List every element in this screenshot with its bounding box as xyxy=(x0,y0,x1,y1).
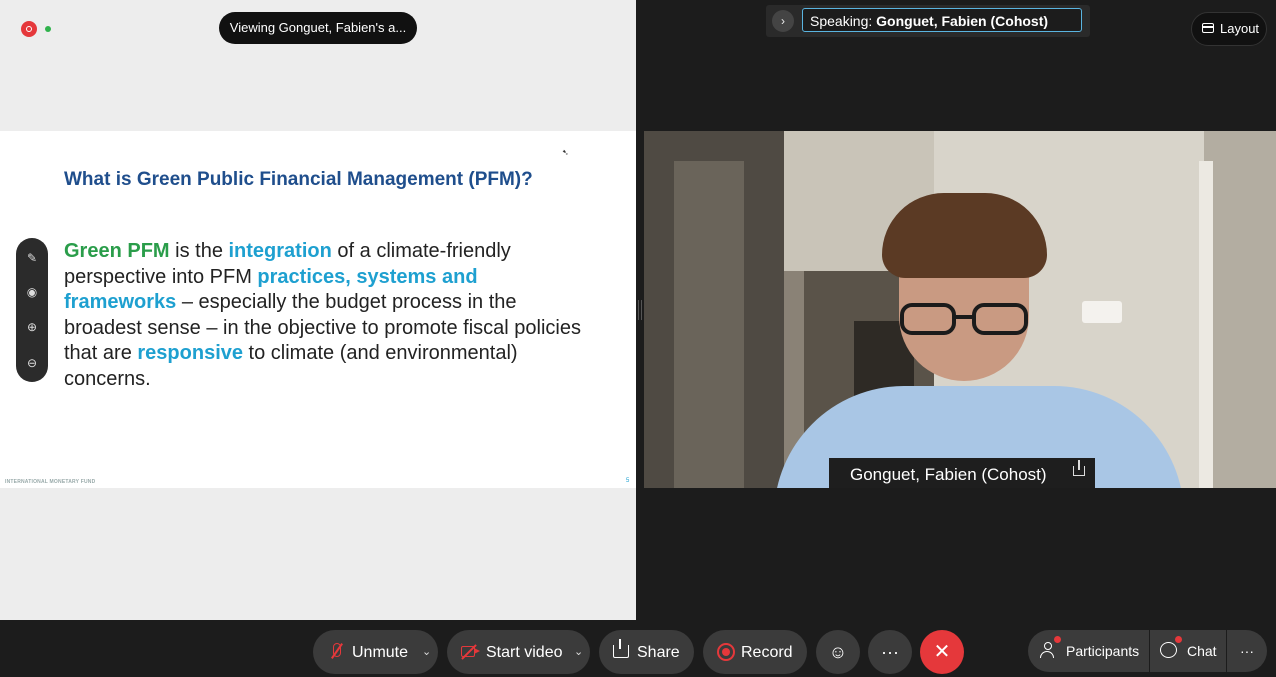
viewing-share-banner[interactable]: Viewing Gonguet, Fabien's a... xyxy=(219,12,417,44)
slide-body-text: Green PFM is the integration of a climat… xyxy=(64,239,584,392)
chat-label: Chat xyxy=(1187,643,1217,659)
reactions-button[interactable]: ☺ xyxy=(816,630,860,674)
participants-icon xyxy=(1040,642,1056,660)
record-button[interactable]: Record xyxy=(703,630,807,674)
layout-button[interactable]: Layout xyxy=(1191,12,1267,46)
start-video-button[interactable]: Start video ⌄ xyxy=(447,630,590,674)
leave-meeting-button[interactable]: ✕ xyxy=(920,630,964,674)
connection-status-icon xyxy=(45,26,51,32)
record-label: Record xyxy=(741,644,793,661)
share-label: Share xyxy=(637,644,680,661)
slide-term-integration: integration xyxy=(228,240,332,262)
slide-page-number: 5 xyxy=(626,478,630,484)
speaking-label: Speaking: xyxy=(810,13,873,29)
zoom-out-icon[interactable]: ⊖ xyxy=(22,353,42,373)
chevron-right-icon[interactable]: › xyxy=(772,10,794,32)
zoom-in-icon[interactable]: ⊕ xyxy=(22,317,42,337)
slide-title: What is Green Public Financial Managemen… xyxy=(64,169,533,190)
more-options-button[interactable]: ··· xyxy=(868,630,912,674)
speaking-name: Gonguet, Fabien (Cohost) xyxy=(876,13,1049,29)
participant-hair xyxy=(882,193,1047,278)
participants-label: Participants xyxy=(1066,643,1140,659)
participant-name: Gonguet, Fabien (Cohost) xyxy=(850,465,1047,484)
unmute-label: Unmute xyxy=(352,644,409,661)
start-video-label: Start video xyxy=(486,644,563,661)
pane-resize-handle[interactable] xyxy=(638,300,642,320)
participant-glasses xyxy=(900,303,1028,337)
shared-content-pane: Viewing Gonguet, Fabien's a... ➷ What is… xyxy=(0,0,636,620)
more-panels-button[interactable]: ··· xyxy=(1227,630,1267,672)
layout-label: Layout xyxy=(1220,21,1260,36)
chevron-down-icon[interactable]: ⌄ xyxy=(574,630,583,674)
popout-icon[interactable] xyxy=(1073,460,1085,476)
participant-name-tag: Gonguet, Fabien (Cohost) xyxy=(829,458,1095,488)
chevron-down-icon[interactable]: ⌄ xyxy=(422,630,431,674)
layout-icon xyxy=(1202,23,1214,33)
panel-buttons-group: Participants Chat ··· xyxy=(1028,630,1267,672)
chat-button[interactable]: Chat xyxy=(1150,630,1226,672)
pen-icon[interactable]: ✎ xyxy=(22,248,42,268)
participant-video xyxy=(644,131,1276,488)
recording-indicator-icon[interactable] xyxy=(21,21,37,37)
share-icon xyxy=(613,639,629,658)
slide-footer: INTERNATIONAL MONETARY FUND xyxy=(5,479,96,485)
meeting-controls-toolbar: Unmute ⌄ Start video ⌄ Share Record ☺ ··… xyxy=(0,620,1276,677)
active-speaker-field: Speaking: Gonguet, Fabien (Cohost) xyxy=(802,8,1082,32)
unmute-button[interactable]: Unmute ⌄ xyxy=(313,630,438,674)
presentation-slide: ➷ What is Green Public Financial Managem… xyxy=(0,131,636,488)
pointer-icon[interactable]: ◉ xyxy=(22,282,42,302)
notification-badge xyxy=(1175,636,1182,643)
smiley-icon: ☺ xyxy=(828,642,848,662)
record-icon xyxy=(717,643,735,661)
participants-button[interactable]: Participants xyxy=(1028,630,1149,672)
chat-icon xyxy=(1160,642,1177,658)
slide-text-segment: is the xyxy=(169,240,229,262)
annotation-toolbar: ✎ ◉ ⊕ ⊖ xyxy=(16,238,48,382)
slide-term-green-pfm: Green PFM xyxy=(64,240,170,262)
share-button[interactable]: Share xyxy=(599,630,694,674)
slide-term-responsive: responsive xyxy=(137,342,243,364)
presenter-cursor-icon: ➷ xyxy=(562,148,569,157)
notification-badge xyxy=(1054,636,1061,643)
thermostat xyxy=(1082,301,1122,323)
active-speaker-bar: › Speaking: Gonguet, Fabien (Cohost) xyxy=(766,5,1090,37)
